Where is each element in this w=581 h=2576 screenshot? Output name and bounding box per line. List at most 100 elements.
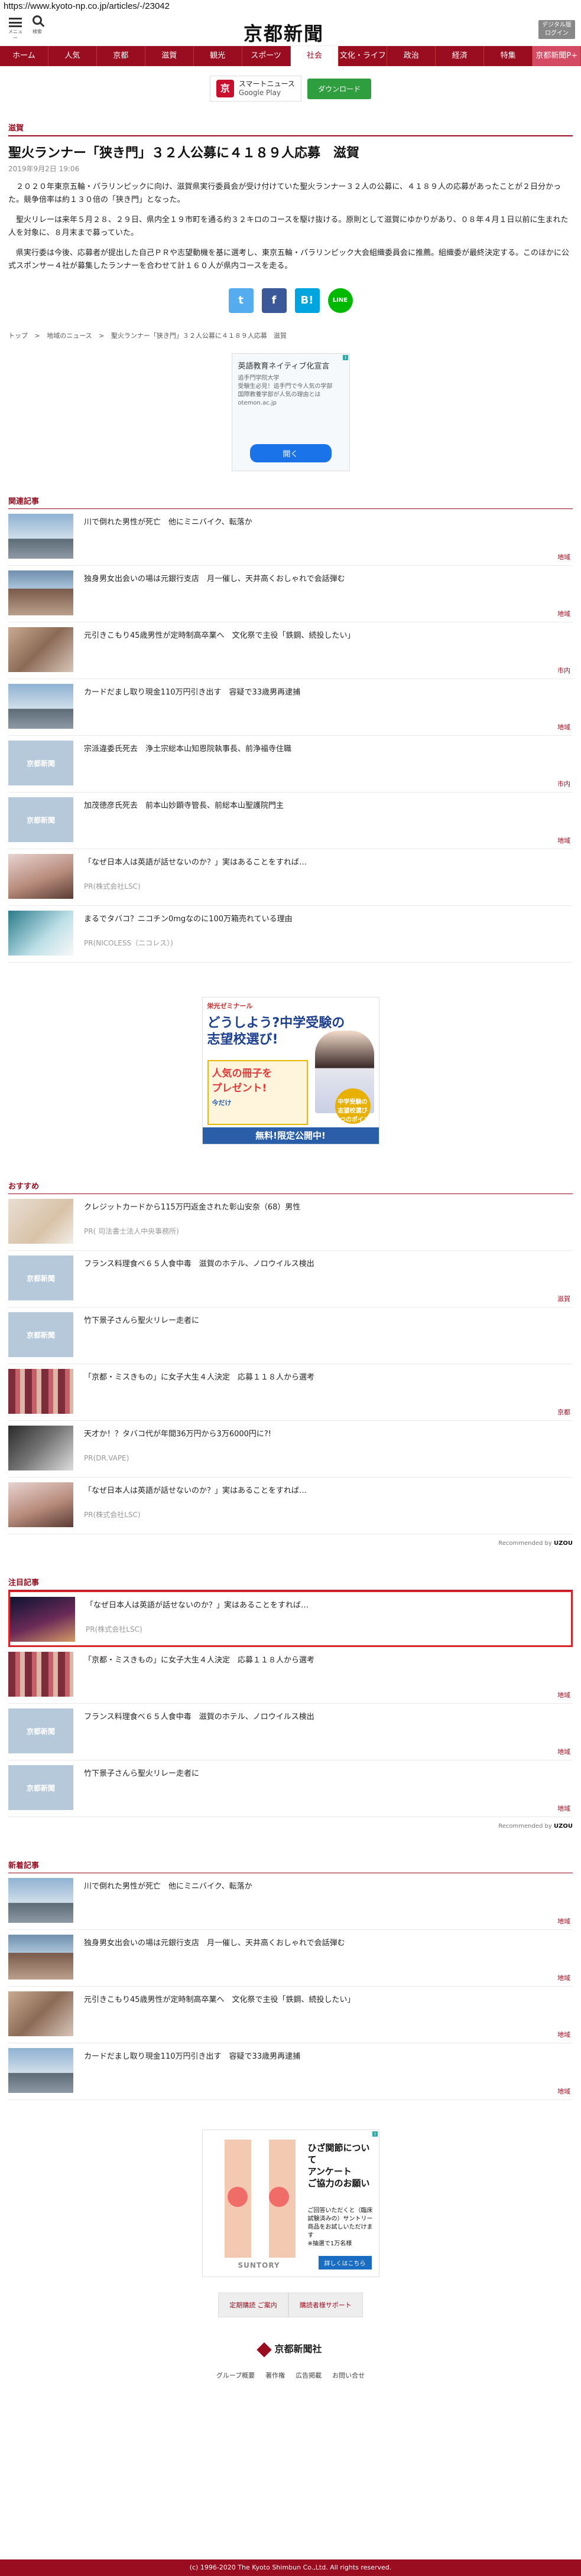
article-thumbnail[interactable] [8, 1878, 73, 1923]
article-thumbnail[interactable] [8, 1935, 73, 1980]
category-tag[interactable]: 地域 [557, 1690, 570, 1700]
article-link-title[interactable]: 元引きこもり45歳男性が定時制高卒業へ 文化祭で主役「鉄鋼、続投したい」 [84, 1995, 355, 2006]
article-thumbnail[interactable] [8, 854, 73, 899]
nav-sports[interactable]: スポーツ [242, 46, 291, 66]
nav-economy[interactable]: 経済 [436, 46, 485, 66]
app-badge[interactable]: 京 スマートニュース Google Play [209, 76, 301, 102]
list-item[interactable]: 「京都・ミスきもの」に女子大生４人決定 応募１１８人から選考京都 [8, 1364, 573, 1421]
article-link-title[interactable]: クレジットカードから115万円返金された彰山安奈（68）男性 [84, 1202, 300, 1213]
list-item[interactable]: 「京都・ミスきもの」に女子大生４人決定 応募１１８人から選考地域 [8, 1647, 573, 1704]
nav-home[interactable]: ホーム [0, 46, 48, 66]
category-tag[interactable]: 地域 [557, 2030, 570, 2039]
article-thumbnail[interactable] [8, 1652, 73, 1697]
article-link-title[interactable]: 天才か！？タバコ代が年間36万円から3万6000円に?! [84, 1429, 271, 1440]
nav-popular[interactable]: 人気 [48, 46, 97, 66]
article-category[interactable]: 滋賀 [8, 122, 573, 133]
recommended-by[interactable]: Recommended by UZOU [8, 1540, 573, 1547]
menu-button[interactable]: メニュー [8, 17, 22, 41]
facebook-share-button[interactable]: f [261, 288, 287, 313]
list-item[interactable]: カードだまし取り現金110万円引き出す 容疑で33歳男再逮捕地域 [8, 679, 573, 736]
nav-feature[interactable]: 特集 [484, 46, 533, 66]
article-link-title[interactable]: 「京都・ミスきもの」に女子大生４人決定 応募１１８人から選考 [84, 1372, 314, 1383]
article-thumbnail[interactable]: 京都新聞 [8, 797, 73, 842]
article-link-title[interactable]: 元引きこもり45歳男性が定時制高卒業へ 文化祭で主役「鉄鋼、続投したい」 [84, 631, 355, 641]
category-tag[interactable]: 地域 [557, 836, 570, 845]
nav-society[interactable]: 社会 [290, 46, 339, 66]
article-link-title[interactable]: 独身男女出会いの場は元銀行支店 月一催し、天井高くおしゃれで会話弾む [84, 1938, 345, 1949]
article-link-title[interactable]: 独身男女出会いの場は元銀行支店 月一催し、天井高くおしゃれで会話弾む [84, 574, 345, 585]
article-link-title[interactable]: 宗派違委氏死去 浄土宗総本山知恩院執事長、前浄福寺住職 [84, 744, 291, 755]
list-item[interactable]: 京都新聞 フランス料理食べ６５人食中毒 滋賀のホテル、ノロウイルス検出 滋賀 [8, 1251, 573, 1307]
ad-open-button[interactable]: 開く [249, 444, 332, 462]
article-thumbnail[interactable] [8, 1426, 73, 1470]
article-thumbnail[interactable] [8, 570, 73, 615]
article-thumbnail[interactable]: 京都新聞 [8, 741, 73, 785]
article-thumbnail[interactable] [8, 1482, 73, 1527]
list-item[interactable]: 「なぜ日本人は英語が話せないのか？」実はあることをすれば… PR(株式会社LSC) [8, 849, 573, 906]
category-tag[interactable]: 市内 [557, 779, 570, 788]
article-thumbnail[interactable] [8, 1369, 73, 1414]
article-link-title[interactable]: カードだまし取り現金110万円引き出す 容疑で33歳男再逮捕 [84, 2052, 300, 2062]
article-thumbnail[interactable]: 京都新聞 [8, 1765, 73, 1810]
hatena-share-button[interactable]: B! [294, 288, 320, 313]
article-thumbnail[interactable] [8, 1199, 73, 1244]
article-link-title[interactable]: 加茂徳彦氏死去 前本山妙顕寺管長、前総本山聖護院門主 [84, 801, 284, 811]
category-tag[interactable]: 地域 [557, 1973, 570, 1982]
ad3-button[interactable]: 詳しくはこちら [318, 2256, 372, 2270]
list-item[interactable]: 「なぜ日本人は英語が話せないのか？」実はあることをすれば… PR(株式会社LSC) [8, 1590, 573, 1647]
twitter-share-button[interactable]: t [228, 288, 254, 313]
list-item[interactable]: 京都新聞 竹下景子さんら聖火リレー走者に地域 [8, 1760, 573, 1817]
article-link-title[interactable]: フランス料理食べ６５人食中毒 滋賀のホテル、ノロウイルス検出 [84, 1259, 314, 1270]
site-logo[interactable]: 京都新聞 [244, 19, 324, 46]
article-thumbnail[interactable] [8, 1991, 73, 2036]
category-tag[interactable]: 地域 [557, 722, 570, 732]
article-thumbnail[interactable] [8, 2048, 73, 2093]
list-item[interactable]: 川で倒れた男性が死亡 他にミニバイク、転落か地域 [8, 509, 573, 566]
footer-link[interactable]: 著作権 [265, 2370, 285, 2380]
article-link-title[interactable]: 「京都・ミスきもの」に女子大生４人決定 応募１１８人から選考 [84, 1655, 314, 1666]
list-item[interactable]: 京都新聞 フランス料理食べ６５人食中毒 滋賀のホテル、ノロウイルス検出 地域 [8, 1704, 573, 1760]
category-tag[interactable]: 地域 [557, 2086, 570, 2096]
article-thumbnail[interactable] [8, 514, 73, 559]
footer-link[interactable]: グループ概要 [216, 2370, 255, 2380]
list-item[interactable]: 京都新聞 宗派違委氏死去 浄土宗総本山知恩院執事長、前浄福寺住職市内 [8, 736, 573, 793]
ad-choices-icon[interactable]: i [343, 355, 348, 360]
article-link-title[interactable]: 「なぜ日本人は英語が話せないのか？」実はあることをすれば… [84, 857, 307, 868]
article-link-title[interactable]: 竹下景子さんら聖火リレー走者に [84, 1769, 199, 1779]
article-link-title[interactable]: フランス料理食べ６５人食中毒 滋賀のホテル、ノロウイルス検出 [84, 1712, 314, 1723]
article-link-title[interactable]: まるでタバコ？ニコチン0mgなのに100万箱売れている理由 [84, 914, 293, 925]
article-link-title[interactable]: 「なぜ日本人は英語が話せないのか？」実はあることをすれば… [84, 1486, 307, 1496]
article-link-title[interactable]: 竹下景子さんら聖火リレー走者に [84, 1316, 199, 1326]
article-thumbnail[interactable] [8, 627, 73, 672]
article-link-title[interactable]: 川で倒れた男性が死亡 他にミニバイク、転落か [84, 1882, 252, 1892]
list-item[interactable]: まるでタバコ？ニコチン0mgなのに100万箱売れている理由 PR(NICOLESS… [8, 906, 573, 963]
list-item[interactable]: 天才か！？タバコ代が年間36万円から3万6000円に?! PR(DR.VAPE) [8, 1421, 573, 1478]
article-link-title[interactable]: 川で倒れた男性が死亡 他にミニバイク、転落か [84, 517, 252, 528]
list-item[interactable]: 独身男女出会いの場は元銀行支店 月一催し、天井高くおしゃれで会話弾む地域 [8, 1930, 573, 1987]
list-item[interactable]: カードだまし取り現金110万円引き出す 容疑で33歳男再逮捕地域 [8, 2043, 573, 2100]
list-item[interactable]: 「なぜ日本人は英語が話せないのか？」実はあることをすれば… PR(株式会社LSC) [8, 1478, 573, 1534]
nav-politics[interactable]: 政治 [387, 46, 436, 66]
digital-login-button[interactable]: デジタル版 ログイン [538, 20, 575, 39]
nav-kyoto[interactable]: 京都 [97, 46, 145, 66]
url-bar[interactable]: https://www.kyoto-np.co.jp/articles/-/23… [0, 0, 581, 13]
breadcrumb-top[interactable]: トップ [8, 332, 28, 340]
article-thumbnail[interactable] [10, 1597, 75, 1642]
category-tag[interactable]: 地域 [557, 552, 570, 562]
article-link-title[interactable]: カードだまし取り現金110万円引き出す 容疑で33歳男再逮捕 [84, 687, 300, 698]
footer-link[interactable]: 広告掲載 [296, 2370, 322, 2380]
list-item[interactable]: 元引きこもり45歳男性が定時制高卒業へ 文化祭で主役「鉄鋼、続投したい」地域 [8, 1987, 573, 2043]
article-thumbnail[interactable] [8, 684, 73, 729]
recommended-by[interactable]: Recommended by UZOU [8, 1823, 573, 1830]
category-tag[interactable]: 地域 [557, 1916, 570, 1926]
nav-culture[interactable]: 文化・ライフ [339, 46, 388, 66]
breadcrumb-local[interactable]: 地域のニュース [47, 332, 92, 340]
line-share-button[interactable]: LINE [327, 288, 353, 313]
ad2-cta[interactable]: 無料!限定公開中! [202, 1127, 379, 1144]
subscription-button[interactable]: 定期購読 ご案内 [218, 2293, 288, 2317]
category-tag[interactable]: 京都 [557, 1407, 570, 1417]
category-tag[interactable]: 市内 [557, 666, 570, 675]
nav-tourism[interactable]: 観光 [194, 46, 242, 66]
category-tag[interactable]: 地域 [557, 1804, 570, 1813]
ad-banner-eikoh[interactable]: 栄光ゼミナール どうしよう?中学受験の 志望校選び! 人気の冊子を プレゼント! … [202, 997, 379, 1144]
